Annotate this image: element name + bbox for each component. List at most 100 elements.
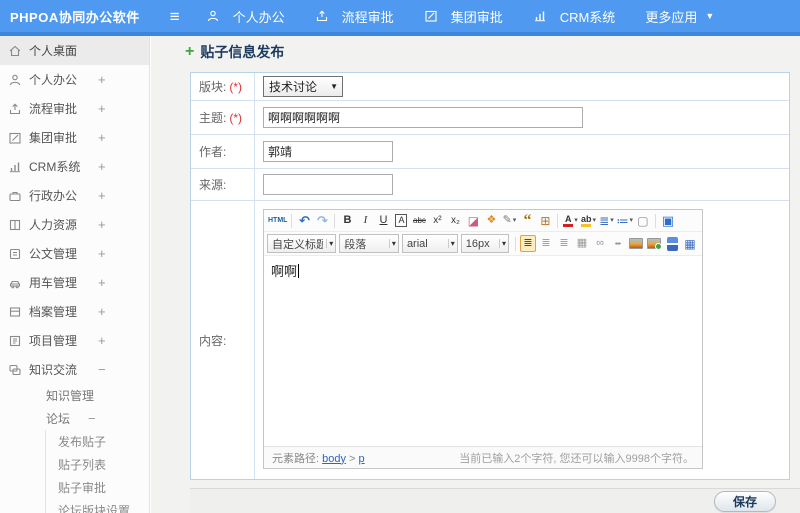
- nav-item-more-apps[interactable]: 更多应用 ▼: [645, 7, 714, 26]
- fullscreen-button[interactable]: ▣: [660, 212, 676, 229]
- paragraph-dropdown[interactable]: 段落 ▾: [339, 234, 399, 253]
- expand-icon[interactable]: +: [98, 304, 106, 319]
- media-icon: [666, 236, 678, 251]
- expand-icon[interactable]: +: [98, 130, 106, 145]
- archive-icon: [8, 305, 22, 319]
- sidebar-item-document-mgmt[interactable]: 公文管理 +: [0, 239, 149, 268]
- image-button[interactable]: [628, 235, 644, 252]
- sidebar-item-forum-board-settings[interactable]: 论坛版块设置: [0, 499, 149, 513]
- sidebar-item-publish-post[interactable]: 发布贴子: [0, 430, 149, 453]
- expand-icon[interactable]: +: [98, 101, 106, 116]
- sidebar-item-post-list[interactable]: 贴子列表: [0, 453, 149, 476]
- expand-icon[interactable]: +: [98, 72, 106, 87]
- expand-icon[interactable]: +: [98, 275, 106, 290]
- unlink-button[interactable]: ∞: [610, 235, 626, 252]
- sidebar-item-hr[interactable]: 人力资源 +: [0, 210, 149, 239]
- editor-toolbar-row2: 自定义标题 ▾ 段落 ▾ arial ▾ 16px ▾ ≣ ≣ ≣ ▦ ∞ ∞ …: [264, 232, 702, 256]
- nav-item-personal-office[interactable]: 个人办公: [206, 7, 285, 26]
- underline-button[interactable]: U: [375, 212, 391, 229]
- emotion-button[interactable]: ⊞: [537, 212, 553, 229]
- save-button[interactable]: 保存: [714, 490, 776, 512]
- form-row-board: 版块: (*) 技术讨论: [191, 73, 789, 101]
- char-border-button[interactable]: A: [395, 214, 408, 227]
- insert-image-button[interactable]: [646, 235, 662, 252]
- expand-icon[interactable]: +: [98, 246, 106, 261]
- font-family-dropdown[interactable]: arial ▾: [401, 234, 458, 253]
- italic-button[interactable]: I: [357, 212, 373, 229]
- footer-bar: 保存: [190, 488, 800, 513]
- nav-label: 流程审批: [341, 9, 394, 25]
- path-body-link[interactable]: body: [322, 453, 346, 465]
- source-input[interactable]: [263, 174, 393, 195]
- topbar-accent-line: [0, 32, 800, 36]
- sidebar-item-label: 个人桌面: [29, 44, 78, 58]
- collapse-icon[interactable]: −: [98, 362, 106, 377]
- highlight-color-button[interactable]: ab: [580, 212, 596, 229]
- align-justify-button[interactable]: ▦: [574, 235, 590, 252]
- caret-down-icon: ▾: [326, 239, 333, 248]
- redo-button[interactable]: ↷: [314, 212, 330, 229]
- bold-button[interactable]: B: [339, 212, 355, 229]
- sidebar-item-group-approval[interactable]: 集团审批 +: [0, 123, 149, 152]
- sidebar-item-vehicle-mgmt[interactable]: 用车管理 +: [0, 268, 149, 297]
- media-button[interactable]: [664, 235, 680, 252]
- insert-table-button[interactable]: ▦: [682, 235, 698, 252]
- eraser-button[interactable]: ◪: [465, 212, 481, 229]
- required-mark: (*): [229, 79, 243, 94]
- nav-item-workflow-approval[interactable]: 流程审批: [315, 7, 394, 26]
- expand-icon[interactable]: +: [98, 159, 106, 174]
- sidebar-item-project-mgmt[interactable]: 项目管理 +: [0, 326, 149, 355]
- sidebar-item-personal-desktop[interactable]: 个人桌面: [0, 36, 149, 65]
- form-row-subject: 主题: (*): [191, 101, 789, 135]
- clean-format-button[interactable]: ❖: [483, 212, 499, 229]
- link-button[interactable]: ∞: [592, 235, 608, 252]
- sidebar-item-knowledge-exchange[interactable]: 知识交流 −: [0, 355, 149, 384]
- workflow-icon: [315, 9, 329, 23]
- add-plus-icon: +: [185, 43, 195, 60]
- board-select-value: 技术讨论: [269, 80, 318, 94]
- subject-label: 主题: (*): [191, 101, 255, 134]
- nav-item-group-approval[interactable]: 集团审批: [424, 7, 503, 26]
- html-source-button[interactable]: HTML: [268, 212, 287, 229]
- ordered-list-button[interactable]: ≣: [598, 212, 614, 229]
- align-center-button[interactable]: ≣: [538, 235, 554, 252]
- expand-icon[interactable]: +: [98, 188, 106, 203]
- sidebar-item-admin-office[interactable]: 行政办公 +: [0, 181, 149, 210]
- expand-icon[interactable]: +: [98, 217, 106, 232]
- sidebar-item-knowledge-mgmt[interactable]: 知识管理: [0, 384, 149, 407]
- user-icon: [8, 73, 22, 87]
- collapse-icon[interactable]: −: [88, 411, 96, 426]
- font-color-button[interactable]: A: [562, 212, 578, 229]
- editor-status-bar: 元素路径: body > p 当前已输入2个字符, 您还可以输入9998个字符。: [264, 446, 702, 468]
- sidebar-item-crm[interactable]: CRM系统 +: [0, 152, 149, 181]
- superscript-button[interactable]: x²: [429, 212, 445, 229]
- undo-button[interactable]: ↶: [296, 212, 312, 229]
- new-page-button[interactable]: ▢: [635, 212, 651, 229]
- board-select[interactable]: 技术讨论: [263, 76, 343, 97]
- path-p-link[interactable]: p: [359, 453, 365, 465]
- custom-heading-dropdown[interactable]: 自定义标题 ▾: [267, 234, 337, 253]
- font-size-dropdown[interactable]: 16px ▾: [460, 234, 509, 253]
- sidebar-item-label: 用车管理: [29, 276, 78, 290]
- hamburger-menu-icon[interactable]: ≡: [170, 8, 180, 25]
- sidebar-item-post-approval[interactable]: 贴子审批: [0, 476, 149, 499]
- sidebar-item-label: 集团审批: [29, 131, 78, 145]
- subject-input[interactable]: [263, 107, 583, 128]
- expand-icon[interactable]: +: [98, 333, 106, 348]
- unordered-list-button[interactable]: ≔: [616, 212, 633, 229]
- align-right-button[interactable]: ≣: [556, 235, 572, 252]
- sidebar-item-label: 知识交流: [29, 363, 78, 377]
- blockquote-button[interactable]: “: [519, 212, 535, 229]
- strikethrough-button[interactable]: abc: [411, 212, 427, 229]
- sidebar-item-forum[interactable]: 论坛 −: [0, 407, 149, 430]
- format-painter-button[interactable]: ✎: [501, 212, 517, 229]
- align-left-button[interactable]: ≣: [520, 235, 536, 252]
- sidebar-item-personal-office[interactable]: 个人办公 +: [0, 65, 149, 94]
- subscript-button[interactable]: x₂: [447, 212, 463, 229]
- text-cursor: [298, 264, 300, 278]
- editor-content-area[interactable]: 啊啊: [264, 256, 702, 446]
- sidebar-item-archive-mgmt[interactable]: 档案管理 +: [0, 297, 149, 326]
- sidebar-item-workflow-approval[interactable]: 流程审批 +: [0, 94, 149, 123]
- nav-item-crm[interactable]: CRM系统: [533, 7, 615, 26]
- author-input[interactable]: [263, 141, 393, 162]
